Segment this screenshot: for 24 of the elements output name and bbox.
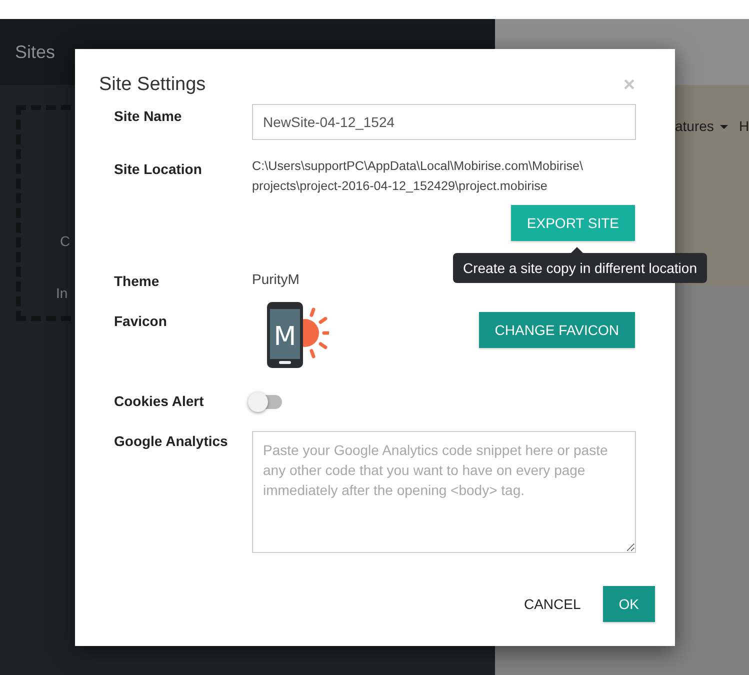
field-label: Favicon bbox=[114, 312, 168, 331]
field-label: Theme bbox=[114, 272, 160, 291]
path-text: projects\project-2016-04-12_152429\project.mobirise bbox=[252, 178, 548, 195]
field-label: Google Analytics bbox=[114, 432, 229, 451]
favicon-image: M bbox=[265, 301, 329, 369]
field-label: Site Location bbox=[114, 160, 203, 179]
change-favicon-button[interactable]: CHANGE FAVICON bbox=[478, 312, 635, 348]
sidebar-title: Sites bbox=[15, 42, 56, 62]
ok-button[interactable]: OK bbox=[602, 586, 655, 622]
menu-link[interactable]: H bbox=[739, 118, 749, 134]
faded-text: C bbox=[60, 233, 70, 249]
export-button[interactable]: EXPORT SITE bbox=[510, 205, 635, 241]
faded-text: In bbox=[56, 285, 68, 301]
field-label: Cookies Alert bbox=[114, 392, 205, 411]
tooltip: Create a site copy in different location bbox=[453, 253, 707, 283]
caret-icon bbox=[720, 125, 728, 129]
code-field[interactable]: Paste your Google Analytics code snippet here or paste any other code that you want to have on every page immediately after the opening <body> tag. bbox=[252, 431, 636, 553]
dialog-title: Site Settings bbox=[99, 74, 206, 96]
field-label: Site Name bbox=[114, 108, 183, 126]
path-text: C:\Users\supportPC\AppData\Local\Mobirise.com\Mobirise\ bbox=[252, 158, 584, 175]
menu-link[interactable]: atures bbox=[675, 118, 714, 134]
text-field[interactable]: NewSite-04-12_1524 bbox=[252, 104, 636, 140]
theme-name: PurityM bbox=[252, 271, 300, 287]
cancel-button[interactable]: CANCEL bbox=[518, 588, 587, 620]
